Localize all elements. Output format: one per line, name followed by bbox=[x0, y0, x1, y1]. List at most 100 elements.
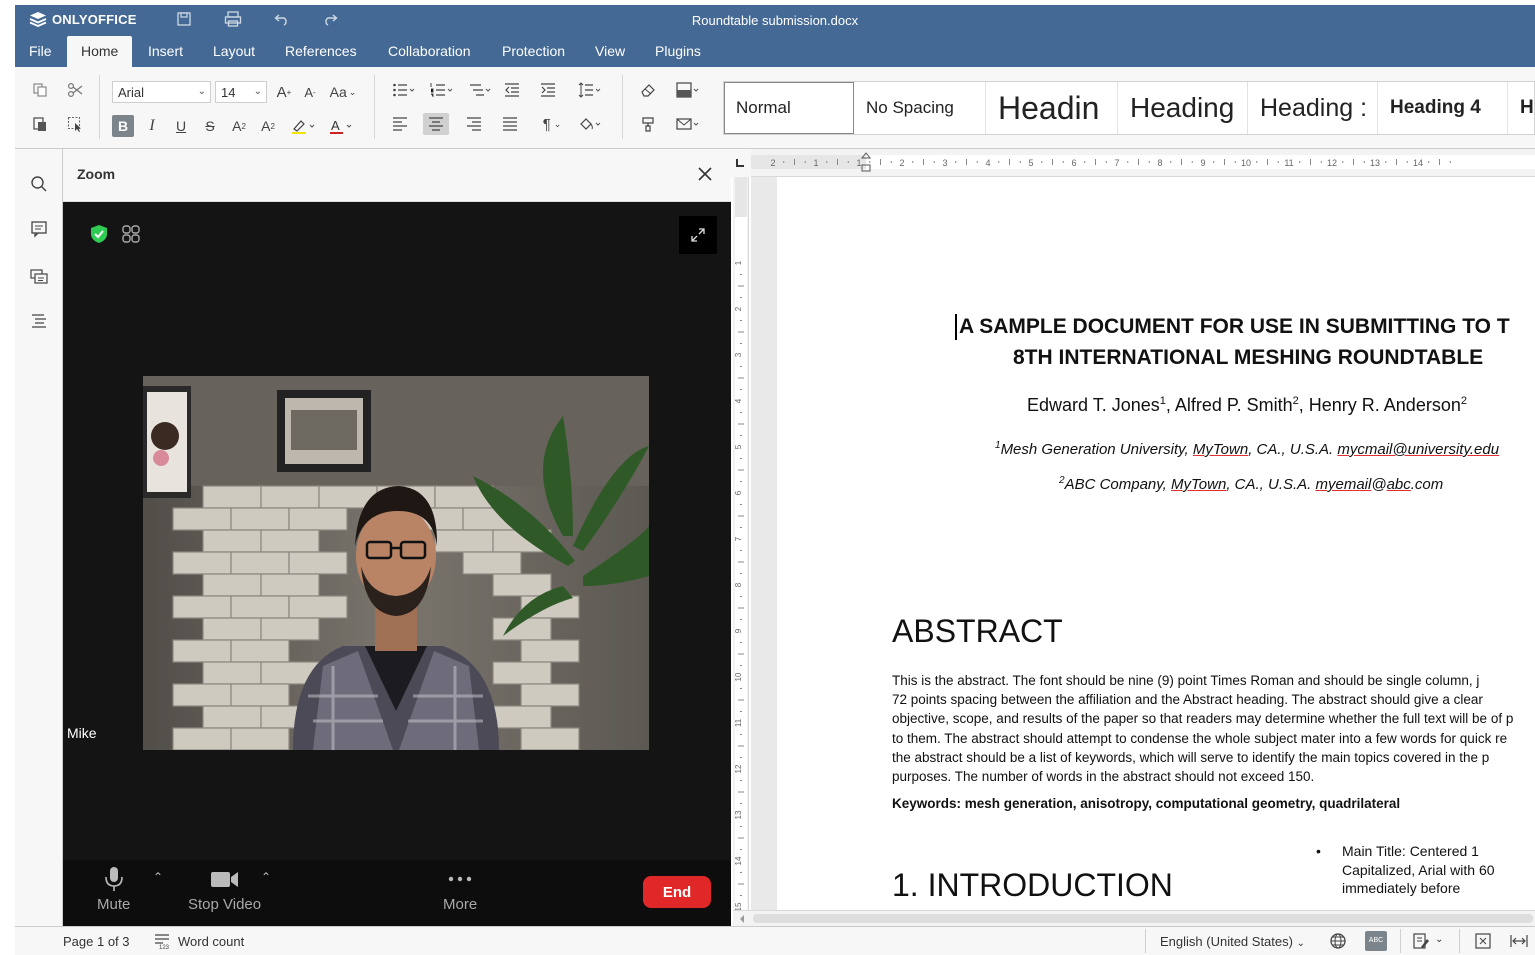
close-icon[interactable] bbox=[695, 164, 715, 184]
align-center-icon[interactable] bbox=[423, 113, 449, 135]
toolbar-separator bbox=[99, 75, 100, 139]
chat-icon[interactable] bbox=[27, 264, 51, 288]
style-normal[interactable]: Normal bbox=[724, 82, 854, 134]
chevron-up-icon[interactable]: ⌃ bbox=[261, 870, 271, 884]
mute-button[interactable]: Mute bbox=[97, 866, 130, 913]
decrease-indent-icon[interactable] bbox=[499, 79, 525, 101]
language-select[interactable]: English (United States) ⌄ bbox=[1160, 934, 1305, 949]
affiliation-1: 1Mesh Generation University, MyTown, CA.… bbox=[995, 440, 1499, 458]
font-size-select[interactable]: 14 ⌄ bbox=[215, 81, 267, 103]
microphone-icon bbox=[104, 867, 123, 891]
justify-icon[interactable] bbox=[497, 113, 523, 135]
menu-layout[interactable]: Layout bbox=[213, 42, 255, 67]
nonprinting-characters-icon[interactable]: ¶ ⌄ bbox=[535, 113, 569, 135]
cut-icon[interactable] bbox=[62, 79, 88, 101]
affiliation-2: 2ABC Company, MyTown, CA., U.S.A. myemai… bbox=[1059, 475, 1443, 493]
end-meeting-button[interactable]: End bbox=[643, 876, 711, 908]
mail-merge-icon[interactable] bbox=[671, 113, 705, 135]
highlight-color-icon[interactable] bbox=[285, 115, 321, 137]
line-spacing-icon[interactable] bbox=[573, 79, 607, 101]
tab-stop-icon bbox=[736, 159, 744, 167]
menu-insert[interactable]: Insert bbox=[148, 42, 183, 67]
stop-video-label: Stop Video bbox=[188, 896, 262, 913]
stop-video-button[interactable]: Stop Video bbox=[188, 866, 261, 913]
document-canvas[interactable]: A SAMPLE DOCUMENT FOR USE IN SUBMITTING … bbox=[751, 177, 1535, 910]
align-right-icon[interactable] bbox=[461, 113, 487, 135]
spellcheck-icon[interactable]: ABC bbox=[1365, 931, 1387, 951]
menu-plugins[interactable]: Plugins bbox=[655, 42, 701, 67]
scroll-left-icon[interactable] bbox=[735, 912, 749, 926]
onlyoffice-window: ONLYOFFICE Roundtable submission.docx Fi… bbox=[0, 0, 1535, 955]
search-icon[interactable] bbox=[27, 172, 51, 196]
increase-indent-icon[interactable] bbox=[535, 79, 561, 101]
bullets-icon[interactable] bbox=[387, 79, 421, 101]
affiliation-2-town: MyTown bbox=[1171, 476, 1227, 493]
globe-icon[interactable] bbox=[1328, 932, 1348, 950]
menu-references[interactable]: References bbox=[285, 42, 357, 67]
superscript-icon[interactable]: A2 bbox=[226, 115, 252, 137]
author-3: Henry R. Anderson bbox=[1308, 395, 1461, 415]
menu-home[interactable]: Home bbox=[67, 36, 133, 67]
document-page[interactable]: A SAMPLE DOCUMENT FOR USE IN SUBMITTING … bbox=[777, 177, 1535, 910]
paste-icon[interactable] bbox=[27, 113, 53, 135]
italic-icon[interactable]: I bbox=[139, 115, 165, 137]
chevron-up-icon[interactable]: ⌃ bbox=[153, 870, 163, 884]
underline-icon[interactable]: U bbox=[168, 115, 194, 137]
word-count-button[interactable]: Word count bbox=[178, 934, 244, 949]
ruler-label: 13 bbox=[734, 810, 743, 819]
comments-icon[interactable] bbox=[27, 217, 51, 241]
style-no-spacing[interactable]: No Spacing bbox=[854, 82, 986, 134]
menu-collaboration[interactable]: Collaboration bbox=[388, 42, 471, 67]
font-color-icon[interactable]: A bbox=[323, 115, 359, 137]
menu-bar: File Home Insert Layout References Colla… bbox=[15, 35, 1535, 89]
subscript-icon[interactable]: A2 bbox=[255, 115, 281, 137]
horizontal-scrollbar[interactable] bbox=[733, 910, 1535, 926]
increase-font-icon[interactable]: A + bbox=[271, 81, 297, 103]
navigation-icon[interactable] bbox=[27, 309, 51, 333]
abstract-line: the abstract should be a list of keyword… bbox=[892, 749, 1490, 765]
vertical-ruler[interactable]: 1 2 3 4 5 6 7 8 9 10 11 12 13 14 15 bbox=[733, 177, 749, 942]
style-heading-3[interactable]: Heading : bbox=[1248, 82, 1378, 134]
copy-style-icon[interactable] bbox=[635, 113, 661, 135]
menu-file[interactable]: File bbox=[29, 42, 52, 67]
select-all-icon[interactable] bbox=[62, 113, 88, 135]
fullscreen-button[interactable] bbox=[679, 216, 717, 254]
ruler-corner[interactable] bbox=[731, 149, 751, 177]
toolbar-separator bbox=[374, 75, 375, 139]
status-separator bbox=[1459, 929, 1460, 953]
style-heading-4[interactable]: Heading 4 bbox=[1378, 82, 1508, 134]
paragraph-shading-icon[interactable] bbox=[573, 113, 607, 135]
page-indicator[interactable]: Page 1 of 3 bbox=[63, 934, 130, 949]
fit-width-icon[interactable] bbox=[1509, 932, 1529, 950]
fit-page-icon[interactable] bbox=[1473, 932, 1493, 950]
bold-icon[interactable]: B bbox=[112, 115, 134, 137]
scrollbar-thumb[interactable] bbox=[753, 914, 1533, 923]
document-title: Roundtable submission.docx bbox=[691, 13, 859, 28]
align-left-icon[interactable] bbox=[387, 113, 413, 135]
menu-view[interactable]: View bbox=[595, 42, 625, 67]
clear-style-icon[interactable] bbox=[635, 79, 661, 101]
font-name-select[interactable]: Arial ⌄ bbox=[112, 81, 211, 103]
menu-protection[interactable]: Protection bbox=[502, 42, 565, 67]
multilevel-list-icon[interactable] bbox=[463, 79, 497, 101]
ruler-label: 7 bbox=[734, 536, 743, 541]
change-case-button[interactable]: Aa ⌄ bbox=[326, 81, 360, 103]
copy-icon[interactable] bbox=[27, 79, 53, 101]
ruler-label: 15 bbox=[734, 902, 743, 910]
ruler-label: 2 bbox=[770, 158, 775, 168]
numbering-icon[interactable] bbox=[425, 79, 459, 101]
more-button[interactable]: More bbox=[443, 866, 477, 913]
style-heading-2[interactable]: Heading bbox=[1118, 82, 1248, 134]
horizontal-ruler[interactable]: 2 1 1 2 3 4 5 6 7 8 9 10 11 12 13 14 bbox=[751, 149, 1535, 177]
decrease-font-icon[interactable]: A- bbox=[297, 81, 323, 103]
more-label: More bbox=[443, 896, 478, 913]
color-scheme-icon[interactable] bbox=[671, 79, 705, 101]
strikethrough-icon[interactable]: S bbox=[197, 115, 223, 137]
style-heading-5[interactable]: H bbox=[1508, 82, 1534, 134]
track-changes-icon[interactable] bbox=[1412, 932, 1432, 950]
style-heading-1[interactable]: Headin bbox=[986, 82, 1118, 134]
more-dots-icon bbox=[448, 876, 472, 882]
author-separator: , bbox=[1298, 395, 1309, 415]
chevron-down-icon[interactable]: ⌄ bbox=[1435, 934, 1443, 945]
gallery-view-icon[interactable] bbox=[120, 224, 142, 244]
